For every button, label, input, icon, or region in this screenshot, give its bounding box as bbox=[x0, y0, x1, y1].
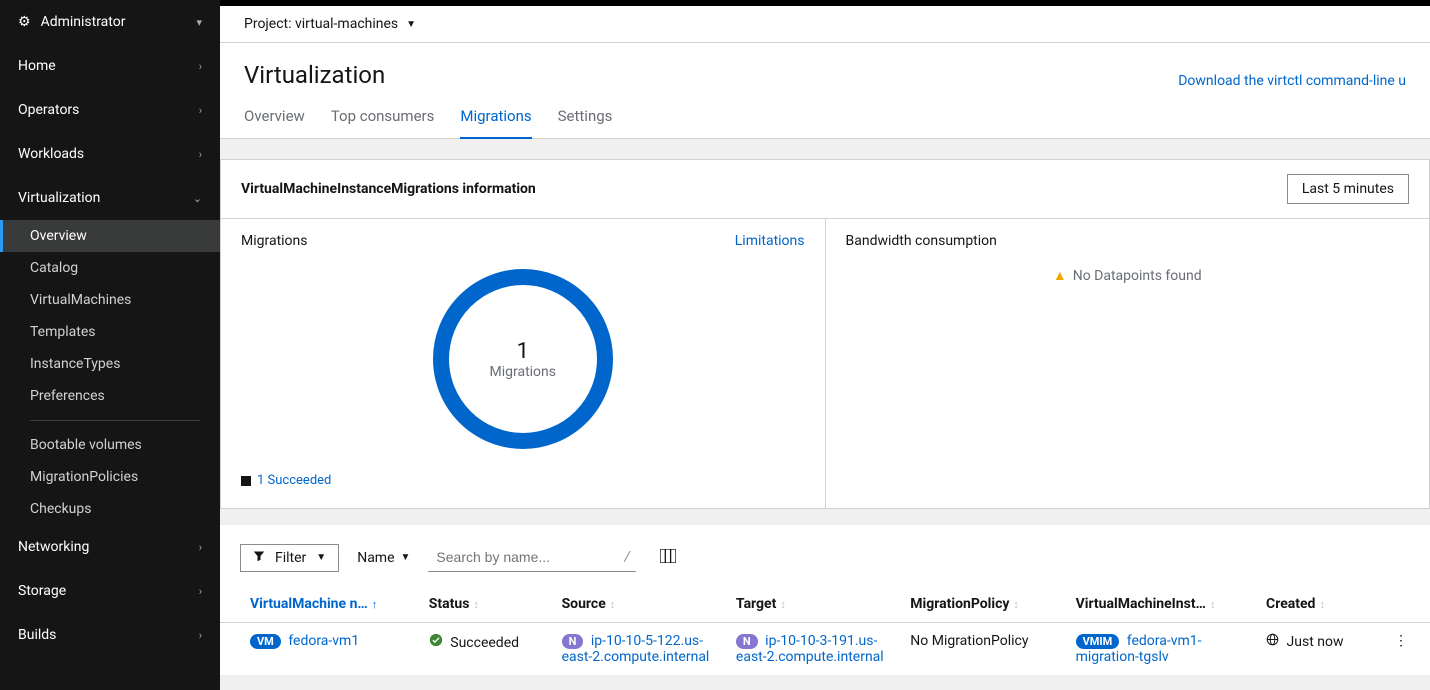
sidebar-sub-overview[interactable]: Overview bbox=[0, 220, 220, 252]
col-header-policy[interactable]: MigrationPolicy↕ bbox=[898, 586, 1063, 623]
sidebar-sub-virtualmachines[interactable]: VirtualMachines bbox=[0, 284, 220, 316]
limitations-link[interactable]: Limitations bbox=[735, 233, 805, 249]
migrations-table: VirtualMachine n…↑ Status↕ Source↕ Targe… bbox=[220, 586, 1430, 675]
tab-overview[interactable]: Overview bbox=[244, 107, 305, 138]
tab-migrations[interactable]: Migrations bbox=[460, 107, 531, 139]
target-node-link[interactable]: ip-10-10-3-191.us-east-2.compute.interna… bbox=[736, 633, 884, 665]
sidebar-sub-migrationpolicies[interactable]: MigrationPolicies bbox=[0, 461, 220, 493]
table-header-row: VirtualMachine n…↑ Status↕ Source↕ Targe… bbox=[220, 586, 1430, 623]
migrations-donut-chart: 1 Migrations bbox=[433, 269, 613, 449]
node-badge: N bbox=[562, 634, 584, 649]
chevron-right-icon: › bbox=[199, 585, 202, 598]
policy-cell: No MigrationPolicy bbox=[898, 623, 1063, 676]
table-row: VM fedora-vm1 Succeeded N ip-10-10-5-122… bbox=[220, 623, 1430, 676]
globe-icon bbox=[1266, 634, 1282, 650]
column-management-button[interactable] bbox=[660, 548, 676, 567]
node-badge: N bbox=[736, 634, 758, 649]
migrations-panel: Migrations Limitations 1 Migrations 1 Su… bbox=[221, 219, 826, 508]
sidebar-item-networking[interactable]: Networking › bbox=[0, 525, 220, 569]
no-data-text: No Datapoints found bbox=[1073, 268, 1202, 284]
page-title: Virtualization bbox=[244, 61, 385, 89]
sort-icon: ↕ bbox=[1319, 598, 1325, 611]
sidebar-item-storage[interactable]: Storage › bbox=[0, 569, 220, 613]
sort-icon: ↕ bbox=[610, 598, 616, 611]
col-header-source[interactable]: Source↕ bbox=[550, 586, 724, 623]
sidebar-divider bbox=[30, 420, 200, 421]
vm-link[interactable]: fedora-vm1 bbox=[288, 633, 359, 649]
tabs: Overview Top consumers Migrations Settin… bbox=[220, 89, 1430, 139]
slash-hint: / bbox=[618, 549, 636, 565]
bandwidth-panel: Bandwidth consumption ▲ No Datapoints fo… bbox=[826, 219, 1430, 508]
chevron-down-icon: ⌄ bbox=[193, 192, 202, 205]
chevron-right-icon: › bbox=[199, 541, 202, 554]
download-virtctl-link[interactable]: Download the virtctl command-line u bbox=[1178, 73, 1406, 89]
main-content: Project: virtual-machines ▼ Virtualizati… bbox=[220, 0, 1430, 690]
filter-icon bbox=[253, 550, 265, 566]
chevron-right-icon: › bbox=[199, 60, 202, 73]
created-text: Just now bbox=[1287, 634, 1344, 650]
bandwidth-panel-title: Bandwidth consumption bbox=[846, 233, 997, 249]
col-header-status[interactable]: Status↕ bbox=[417, 586, 550, 623]
sidebar-sub-templates[interactable]: Templates bbox=[0, 316, 220, 348]
chevron-right-icon: › bbox=[199, 104, 202, 117]
sidebar-item-virtualization[interactable]: Virtualization ⌄ bbox=[0, 176, 220, 220]
table-toolbar: Filter ▼ Name ▼ / bbox=[220, 525, 1430, 586]
project-label: Project: virtual-machines bbox=[244, 16, 398, 32]
sort-icon: ↕ bbox=[1013, 598, 1019, 611]
donut-label: Migrations bbox=[490, 364, 557, 380]
kebab-menu-button[interactable]: ⋮ bbox=[1384, 629, 1418, 653]
filter-button[interactable]: Filter ▼ bbox=[240, 544, 339, 572]
warning-icon: ▲ bbox=[1053, 267, 1067, 284]
chevron-right-icon: › bbox=[199, 148, 202, 161]
card-title: VirtualMachineInstanceMigrations informa… bbox=[241, 181, 536, 197]
chevron-right-icon: › bbox=[199, 629, 202, 642]
search-field-selector[interactable]: Name ▼ bbox=[353, 545, 414, 571]
migrations-panel-title: Migrations bbox=[241, 233, 308, 249]
sidebar-sub-bootable-volumes[interactable]: Bootable volumes bbox=[0, 429, 220, 461]
source-node-link[interactable]: ip-10-10-5-122.us-east-2.compute.interna… bbox=[562, 633, 710, 665]
sort-asc-icon: ↑ bbox=[372, 598, 378, 611]
caret-down-icon: ▾ bbox=[196, 16, 202, 29]
sort-icon: ↕ bbox=[1210, 598, 1216, 611]
sidebar-sub-instancetypes[interactable]: InstanceTypes bbox=[0, 348, 220, 380]
col-header-created[interactable]: Created↕ bbox=[1254, 586, 1372, 623]
tab-settings[interactable]: Settings bbox=[558, 107, 613, 138]
check-circle-icon bbox=[429, 635, 446, 651]
sidebar-item-operators[interactable]: Operators › bbox=[0, 88, 220, 132]
search-input[interactable] bbox=[428, 543, 618, 571]
sidebar-sub-catalog[interactable]: Catalog bbox=[0, 252, 220, 284]
admin-label: Administrator bbox=[41, 14, 126, 30]
sidebar-sub-checkups[interactable]: Checkups bbox=[0, 493, 220, 525]
col-header-vmim[interactable]: VirtualMachineInst…↕ bbox=[1064, 586, 1254, 623]
vm-badge: VM bbox=[250, 634, 281, 649]
legend-swatch bbox=[241, 476, 251, 486]
sort-icon: ↕ bbox=[473, 598, 479, 611]
donut-value: 1 bbox=[517, 339, 529, 364]
sidebar-item-workloads[interactable]: Workloads › bbox=[0, 132, 220, 176]
vmim-badge: VMIM bbox=[1076, 634, 1120, 649]
sidebar: ⚙ Administrator ▾ Home › Operators › Wor… bbox=[0, 0, 220, 690]
migrations-info-card: VirtualMachineInstanceMigrations informa… bbox=[220, 159, 1430, 509]
caret-down-icon: ▼ bbox=[401, 552, 411, 563]
col-header-vm[interactable]: VirtualMachine n…↑ bbox=[220, 586, 417, 623]
tab-top-consumers[interactable]: Top consumers bbox=[331, 107, 435, 138]
caret-down-icon: ▼ bbox=[406, 19, 416, 30]
perspective-switcher[interactable]: ⚙ Administrator ▾ bbox=[0, 0, 220, 44]
gear-icon: ⚙ bbox=[18, 14, 31, 30]
sort-icon: ↕ bbox=[780, 598, 786, 611]
col-header-target[interactable]: Target↕ bbox=[724, 586, 898, 623]
sidebar-item-home[interactable]: Home › bbox=[0, 44, 220, 88]
status-text: Succeeded bbox=[450, 635, 519, 651]
caret-down-icon: ▼ bbox=[316, 552, 326, 563]
time-range-select[interactable]: Last 5 minutes bbox=[1287, 174, 1409, 204]
project-selector[interactable]: Project: virtual-machines ▼ bbox=[220, 6, 1430, 43]
sidebar-item-builds[interactable]: Builds › bbox=[0, 613, 220, 657]
donut-legend[interactable]: 1 Succeeded bbox=[241, 473, 805, 488]
search-wrap: / bbox=[428, 543, 636, 572]
sidebar-sub-preferences[interactable]: Preferences bbox=[0, 380, 220, 412]
